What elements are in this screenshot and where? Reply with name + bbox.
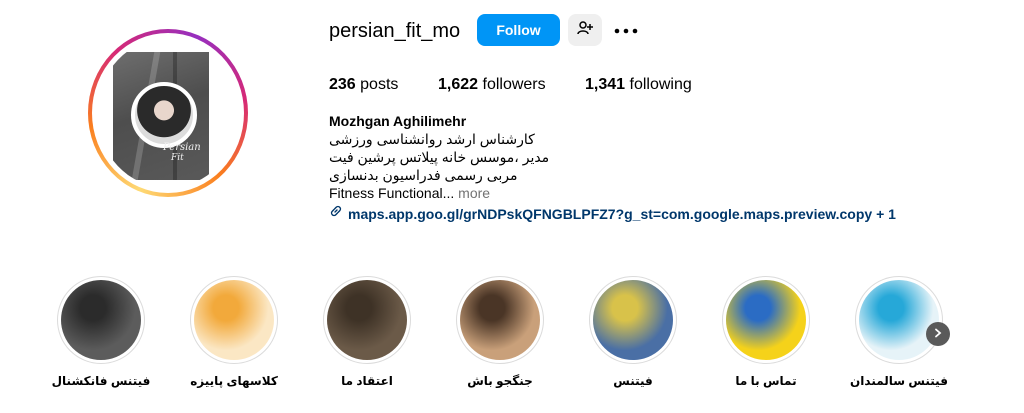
bio-line-text: Fitness Functional... <box>329 185 455 201</box>
highlight-label: فیتنس سالمندان <box>850 374 948 388</box>
followers-count-value: 1,622 <box>438 76 479 93</box>
highlight-item[interactable]: فیتنس فانکشنال <box>52 276 150 388</box>
more-dots-icon <box>614 21 638 39</box>
highlights-next-button[interactable] <box>926 322 950 346</box>
highlight-label: فیتنس <box>613 374 653 388</box>
highlight-label: جنگجو باش <box>467 374 533 388</box>
highlight-ring <box>456 276 544 364</box>
posts-count: 236 posts <box>329 75 398 95</box>
following-link[interactable]: 1,341 following <box>585 75 692 95</box>
bio-line: مربی رسمی فدراسیون بدنسازی <box>329 167 518 183</box>
profile-avatar-ring[interactable]: Persian Fit <box>88 29 248 197</box>
highlight-label: فیتنس فانکشنال <box>51 374 151 388</box>
highlight-item[interactable]: جنگجو باش <box>456 276 544 388</box>
highlight-label: کلاسهای پاییزه <box>190 374 278 388</box>
suggested-accounts-button[interactable] <box>568 14 602 46</box>
highlight-cover <box>61 280 141 360</box>
highlight-cover <box>593 280 673 360</box>
link-icon <box>329 204 343 223</box>
bio-line: کارشناس ارشد روانشناسی ورزشی <box>329 131 535 147</box>
followers-link[interactable]: 1,622 followers <box>438 75 546 95</box>
username: persian_fit_mo <box>329 20 461 42</box>
following-count-value: 1,341 <box>585 76 626 93</box>
profile-avatar[interactable]: Persian Fit <box>97 38 239 188</box>
highlight-ring <box>323 276 411 364</box>
posts-count-value: 236 <box>329 76 356 93</box>
highlight-item[interactable]: فیتنس سالمندان <box>850 276 948 388</box>
following-label: following <box>629 76 692 93</box>
highlight-ring <box>722 276 810 364</box>
highlight-cover <box>726 280 806 360</box>
more-options-button[interactable] <box>612 18 640 42</box>
highlight-ring <box>589 276 677 364</box>
highlight-ring <box>855 276 943 364</box>
highlight-ring <box>190 276 278 364</box>
highlight-item[interactable]: کلاسهای پاییزه <box>190 276 278 388</box>
avatar-logo-text: Persian Fit <box>163 142 201 163</box>
highlight-cover <box>194 280 274 360</box>
chevron-right-icon <box>933 325 943 343</box>
bio-link[interactable]: maps.app.goo.gl/grNDPskQFNGBLPFZ7?g_st=c… <box>329 204 896 223</box>
highlight-cover <box>460 280 540 360</box>
add-person-icon <box>577 20 593 41</box>
highlight-ring <box>57 276 145 364</box>
bio-line: مدیر ،موسس خانه پیلاتس پرشین فیت <box>329 149 550 165</box>
highlight-item[interactable]: تماس با ما <box>722 276 810 388</box>
avatar-portrait <box>131 82 197 148</box>
highlight-cover <box>327 280 407 360</box>
bio-more-button[interactable]: more <box>458 185 490 201</box>
bio-full-name: Mozhgan Aghilimehr <box>329 113 467 129</box>
highlight-item[interactable]: فیتنس <box>589 276 677 388</box>
highlight-item[interactable]: اعتقاد ما <box>323 276 411 388</box>
highlight-label: اعتقاد ما <box>341 374 393 388</box>
posts-label: posts <box>360 76 399 93</box>
highlight-cover <box>859 280 939 360</box>
followers-label: followers <box>482 76 546 93</box>
bio-line: Fitness Functional... more <box>329 185 490 202</box>
highlight-label: تماس با ما <box>735 374 797 388</box>
follow-button[interactable]: Follow <box>477 14 560 46</box>
bio-link-text: maps.app.goo.gl/grNDPskQFNGBLPFZ7?g_st=c… <box>348 205 896 222</box>
